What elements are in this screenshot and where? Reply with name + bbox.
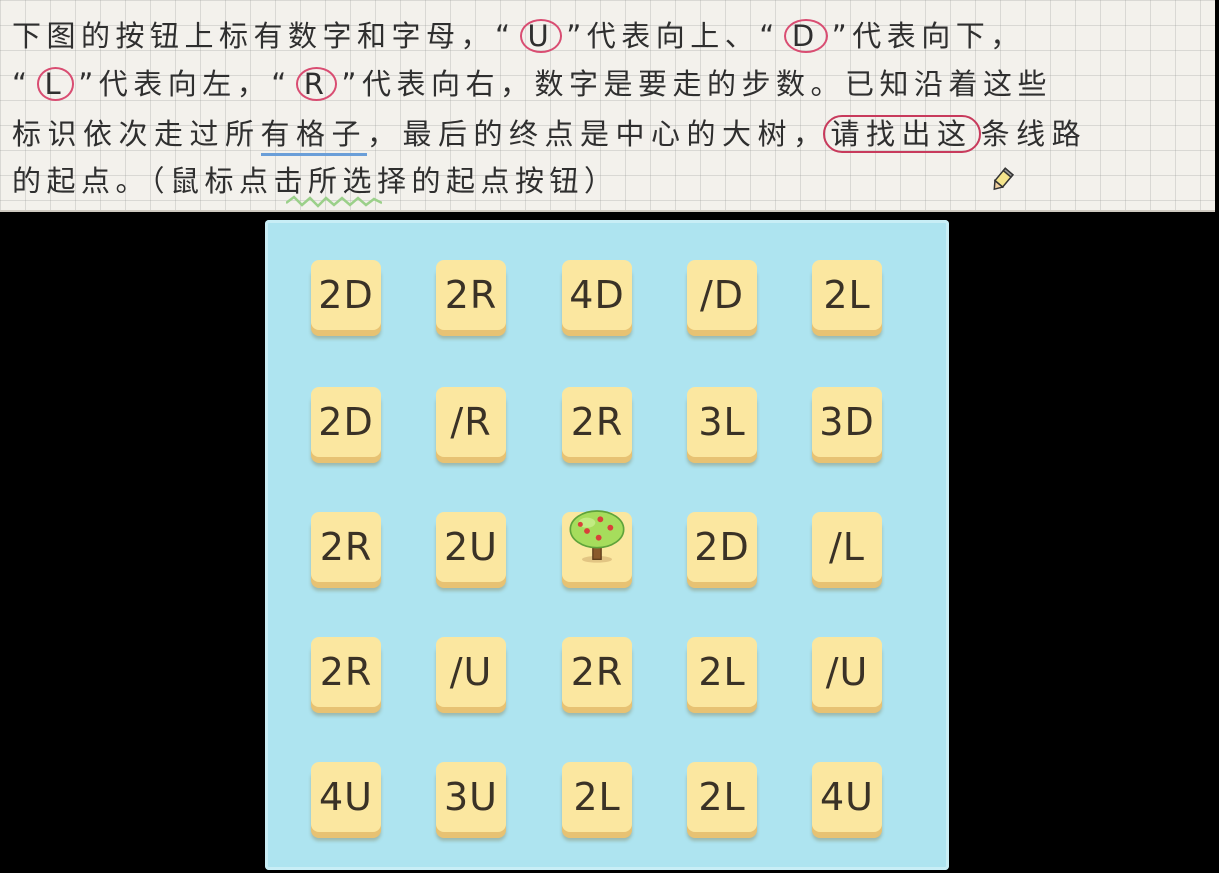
- tile-button[interactable]: 2R: [562, 637, 632, 707]
- instruction-text: ”代表向左，“: [78, 67, 292, 101]
- instruction-text: ”代表向上、“: [566, 19, 780, 53]
- tile-button[interactable]: 3U: [436, 762, 506, 832]
- tile-button[interactable]: 4U: [311, 762, 381, 832]
- instruction-text: ”代表向右，数字是要走的步数。已知沿着这些: [341, 67, 1052, 101]
- tile-label: /U: [449, 650, 493, 694]
- instruction-line-4: 的起点。（鼠标点击所选择的起点按钮）: [12, 163, 619, 199]
- tile-label: 2U: [444, 525, 498, 569]
- tile-label: 2R: [570, 400, 624, 444]
- tile-label: 2L: [698, 650, 746, 694]
- circled-letter-r: R: [295, 67, 338, 101]
- tile-label: 3U: [444, 775, 498, 819]
- tile-label: /U: [825, 650, 869, 694]
- tile-label: 2D: [318, 400, 374, 444]
- tile-button[interactable]: 2R: [436, 260, 506, 330]
- tile-button[interactable]: 2R: [562, 387, 632, 457]
- circled-phrase: 请找出这: [822, 115, 981, 153]
- tile-label: /L: [829, 525, 865, 569]
- tile-label: 2R: [570, 650, 624, 694]
- tile-label: 2R: [319, 525, 373, 569]
- tile-label: /R: [450, 400, 492, 444]
- tile-label: 4U: [820, 775, 874, 819]
- tile-button[interactable]: 2L: [812, 260, 882, 330]
- tile-label: 3D: [819, 400, 875, 444]
- tile-label: 2R: [444, 273, 498, 317]
- instruction-line-1: 下图的按钮上标有数字和字母，“ U ”代表向上、“ D ”代表向下，: [12, 18, 1025, 54]
- instruction-paper: 下图的按钮上标有数字和字母，“ U ”代表向上、“ D ”代表向下， “L ”代表向左，“…: [0, 0, 1215, 212]
- tile-label: 3L: [698, 400, 746, 444]
- tile-button[interactable]: /D: [687, 260, 757, 330]
- circled-letter-l: L: [36, 67, 75, 101]
- tile-label: 4U: [319, 775, 373, 819]
- tile-button[interactable]: 2R: [311, 637, 381, 707]
- instruction-text: 标识依次走过所: [12, 117, 261, 151]
- tile-label: 2R: [319, 650, 373, 694]
- tile-label: 2L: [573, 775, 621, 819]
- tile-button[interactable]: 4D: [562, 260, 632, 330]
- instruction-line-2: “L ”代表向左，“ R ”代表向右，数字是要走的步数。已知沿着这些: [12, 66, 1052, 102]
- circled-letter-d: D: [783, 19, 828, 53]
- tile-button[interactable]: 4U: [812, 762, 882, 832]
- instruction-text: 下图的按钮上标有数字和字母，“: [12, 19, 516, 53]
- tile-button[interactable]: /R: [436, 387, 506, 457]
- tile-button[interactable]: /U: [436, 637, 506, 707]
- instruction-text: 的起点。（鼠标点击所选择的起点按钮）: [12, 164, 619, 198]
- tile-button[interactable]: 3L: [687, 387, 757, 457]
- tree-goal-tile: [562, 510, 632, 582]
- tile-button[interactable]: 2R: [311, 512, 381, 582]
- instruction-line-3: 标识依次走过所有格子，最后的终点是中心的大树，请找出这 条线路: [12, 115, 1088, 156]
- instruction-text: “: [12, 67, 33, 101]
- pencil-icon: [993, 167, 1014, 191]
- tile-button[interactable]: 2D: [311, 260, 381, 330]
- circled-letter-u: U: [519, 19, 563, 53]
- tile-button[interactable]: /L: [812, 512, 882, 582]
- tree-icon: [569, 510, 625, 563]
- tile-button[interactable]: 2L: [562, 762, 632, 832]
- tile-button[interactable]: 2D: [687, 512, 757, 582]
- tile-button[interactable]: 3D: [812, 387, 882, 457]
- tile-label: /D: [699, 273, 745, 317]
- tile-label: 2L: [698, 775, 746, 819]
- instruction-text: ”代表向下，: [831, 19, 1025, 53]
- tile-label: 2L: [823, 273, 871, 317]
- underlined-phrase: 有格子: [260, 117, 368, 156]
- tile-label: 2D: [318, 273, 374, 317]
- tile-button[interactable]: /U: [812, 637, 882, 707]
- instruction-text: 条线路: [980, 117, 1088, 151]
- instruction-text: ，最后的终点是中心的大树，: [367, 117, 829, 151]
- game-board: 2D 2R 4D /D 2L 2D /R 2R 3L 3D 2R 2U 2D /…: [265, 220, 949, 870]
- squiggle-underline-icon: [286, 195, 382, 208]
- tile-label: 2D: [694, 525, 750, 569]
- tile-button[interactable]: 2D: [311, 387, 381, 457]
- tile-button[interactable]: 2U: [436, 512, 506, 582]
- tile-label: 4D: [569, 273, 625, 317]
- tile-button[interactable]: 2L: [687, 637, 757, 707]
- tile-button[interactable]: 2L: [687, 762, 757, 832]
